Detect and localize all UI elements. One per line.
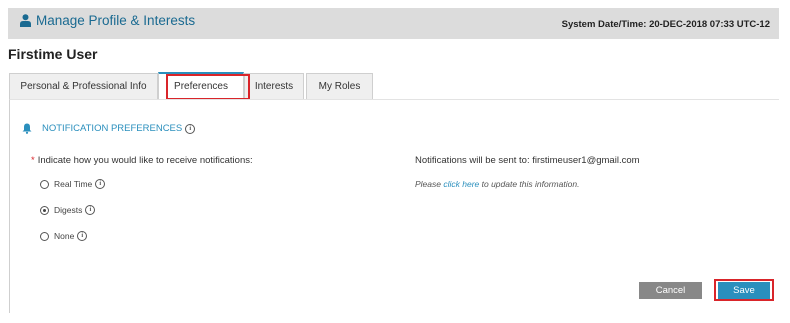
- tab-label: Personal & Professional Info: [20, 81, 147, 92]
- page-header: Manage Profile & Interests System Date/T…: [8, 8, 779, 39]
- option-real-time[interactable]: Real Time i: [40, 179, 106, 189]
- page-title-text: Manage Profile & Interests: [36, 13, 196, 28]
- cancel-button[interactable]: Cancel: [639, 282, 702, 299]
- option-label: None: [54, 231, 75, 241]
- info-icon[interactable]: i: [77, 231, 88, 241]
- user-icon: [20, 14, 31, 27]
- tab-label: Interests: [254, 81, 294, 92]
- option-label: Digests: [54, 205, 83, 215]
- user-name: Firstime User: [8, 46, 98, 62]
- update-suffix: to update this information.: [479, 179, 580, 189]
- question-text: Indicate how you would like to receive n…: [37, 155, 253, 166]
- tab-preferences[interactable]: Preferences: [158, 72, 244, 99]
- radio-button-selected[interactable]: [40, 205, 49, 215]
- info-icon[interactable]: i: [95, 179, 106, 189]
- tab-my-roles[interactable]: My Roles: [306, 73, 373, 99]
- radio-button[interactable]: [40, 231, 49, 241]
- notification-recipient: Notifications will be sent to: firstimeu…: [415, 155, 640, 166]
- info-icon[interactable]: i: [185, 123, 196, 134]
- option-none[interactable]: None i: [40, 231, 88, 241]
- update-prefix: Please: [415, 179, 444, 189]
- tab-interests[interactable]: Interests: [244, 73, 304, 99]
- page-title: Manage Profile & Interests: [20, 13, 195, 28]
- required-asterisk: *: [31, 155, 35, 166]
- info-icon[interactable]: i: [85, 205, 96, 215]
- update-info-text: Please click here to update this informa…: [415, 179, 579, 189]
- tab-personal-professional-info[interactable]: Personal & Professional Info: [9, 73, 158, 99]
- bell-icon: [22, 123, 32, 134]
- tab-label: Preferences: [174, 81, 228, 92]
- section-title-text: NOTIFICATION PREFERENCES: [42, 123, 183, 134]
- radio-button[interactable]: [40, 179, 49, 189]
- system-datetime: System Date/Time: 20-DEC-2018 07:33 UTC-…: [561, 19, 770, 30]
- save-button[interactable]: Save: [718, 282, 770, 299]
- click-here-link[interactable]: click here: [443, 179, 479, 189]
- notification-question: * Indicate how you would like to receive …: [31, 155, 253, 166]
- option-label: Real Time: [54, 179, 93, 189]
- option-digests[interactable]: Digests i: [40, 205, 96, 215]
- tab-label: My Roles: [318, 81, 361, 92]
- notification-preferences-heading: NOTIFICATION PREFERENCES i: [22, 123, 196, 134]
